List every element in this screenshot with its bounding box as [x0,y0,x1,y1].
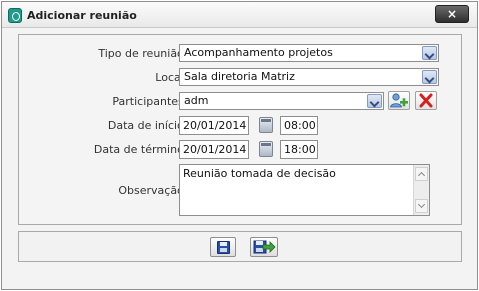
participantes-select[interactable]: adm [179,92,384,110]
form-panel: Tipo de reunião : Acompanhamento projeto… [18,34,462,225]
inicio-date-input[interactable]: 20/01/2014 [179,116,249,135]
tipo-label: Tipo de reunião : [98,47,191,60]
termino-date-input[interactable]: 20/01/2014 [179,140,249,159]
remove-participant-button[interactable] [415,91,437,110]
scroll-down-icon[interactable] [415,199,428,213]
row-tipo: Tipo de reunião : Acompanhamento projeto… [19,44,461,64]
dialog-title: Adicionar reunião [27,9,137,22]
add-participant-button[interactable] [388,91,410,110]
termino-label: Data de término : [93,143,191,156]
observacao-value: Reunião tomada de decisão [183,167,336,180]
app-logo-icon [8,8,22,23]
local-select[interactable]: Sala diretoria Matriz [179,68,439,86]
row-local: Local : Sala diretoria Matriz [19,68,461,88]
textarea-scrollbar[interactable] [413,165,429,215]
tipo-value: Acompanhamento projetos [184,46,333,59]
chevron-down-icon[interactable] [422,46,437,60]
local-value: Sala diretoria Matriz [184,70,295,83]
red-x-icon [419,93,433,108]
row-termino: Data de término : 20/01/2014 18:00 [19,140,461,160]
observacao-textarea[interactable]: Reunião tomada de decisão [179,164,430,216]
save-and-exit-button[interactable] [250,237,278,257]
title-bar[interactable]: Adicionar reunião × [2,2,477,28]
dialog-window: Adicionar reunião × Tipo de reunião : Ac… [1,1,478,290]
save-button[interactable] [210,237,236,257]
calendar-icon[interactable] [259,141,273,157]
inicio-time-input[interactable]: 08:00 [280,116,318,135]
add-user-icon [390,93,408,108]
row-participantes: Participantes : adm [19,91,461,112]
close-button[interactable]: × [435,5,469,23]
save-and-exit-icon [253,240,276,254]
calendar-icon[interactable] [259,117,273,133]
termino-time-input[interactable]: 18:00 [280,140,318,159]
button-panel [18,231,462,262]
row-observacao: Observação : Reunião tomada de decisão [19,164,461,216]
participantes-value: adm [184,94,209,107]
tipo-select[interactable]: Acompanhamento projetos [179,44,439,62]
floppy-disk-icon [217,241,230,254]
chevron-down-icon[interactable] [422,70,437,84]
row-inicio: Data de início : 20/01/2014 08:00 [19,116,461,136]
scroll-up-icon[interactable] [415,167,428,181]
chevron-down-icon[interactable] [367,94,382,108]
